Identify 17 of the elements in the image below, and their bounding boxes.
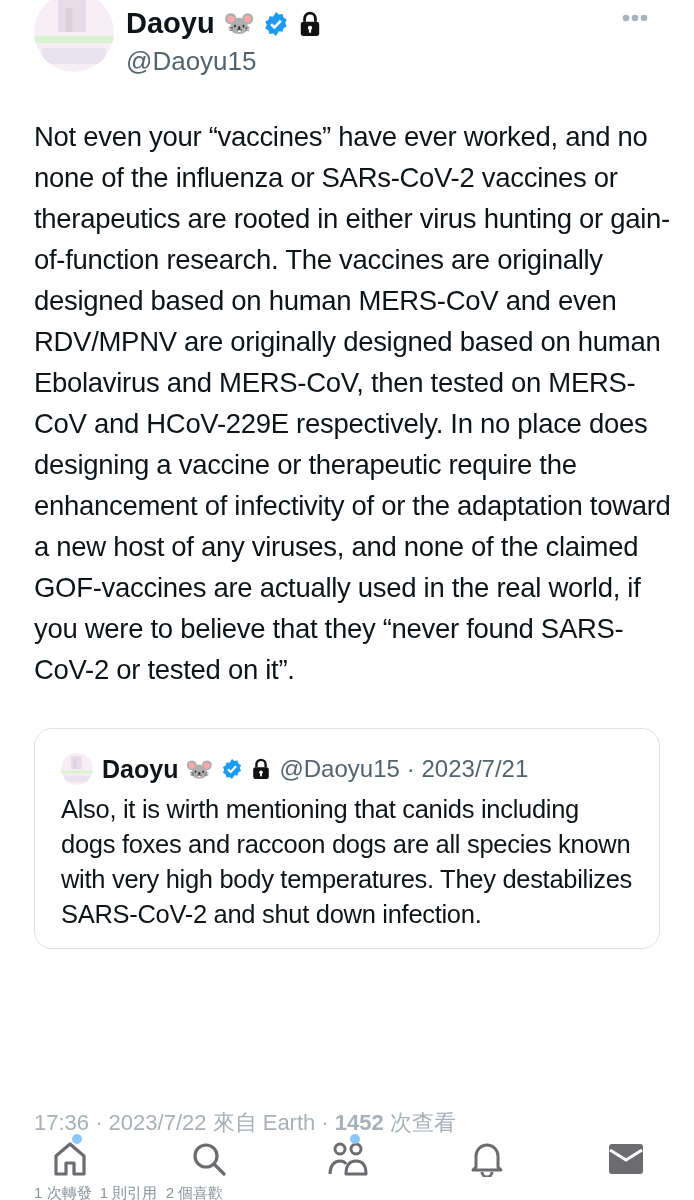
mouse-emoji: 🐭 <box>185 755 215 784</box>
search-icon[interactable] <box>191 1141 227 1177</box>
people-icon[interactable] <box>328 1141 368 1177</box>
home-icon[interactable] <box>52 1141 88 1177</box>
quoted-tweet-card[interactable] <box>34 727 660 949</box>
tweet-text: Not even your “vaccines” have ever worked, and no none of the influenza or SARs-CoV-2 vaccines or therapeutics are rooted in either virus hunting or gain-of-function research. The vaccines are originally designed based on human MERS-CoV and even RDV/MPNV are originally designed based on human Ebolavirus and MERS-CoV, then tested on MERS-CoV and HCoV-229E respectively. In no place does designing a vaccine or therapeutic require the enhancement of infectivity of or the adaptation toward a new host of any viruses, and none of the claimed GOF-vaccines are actually used in the real world, if you were to believe that they “never found SARS-CoV-2 or tested on it”. <box>33 119 672 687</box>
envelope-icon[interactable] <box>609 1144 643 1174</box>
author-name[interactable]: Daoyu <box>126 2 215 46</box>
author-handle[interactable]: @Daoyu15 <box>126 45 622 76</box>
tweet-meta: 17:36 · 2023/7/22 來自 Earth · 1452 次查看 <box>34 1109 456 1137</box>
mouse-emoji: 🐭 <box>222 7 255 41</box>
quote-text: Also, it is wirth mentioning that canids including dogs foxes and raccoon dogs are all species known with very high body temperatures. They destabilizes SARS-CoV-2 and shut down infection. <box>61 794 633 930</box>
quote-date: · 2023/7/21 <box>406 754 529 785</box>
bell-icon[interactable] <box>470 1141 504 1177</box>
quote-handle: @Daoyu15 <box>279 754 400 785</box>
engagement-stats: 1 次轉發 1 則引用 2 個喜歡 <box>34 1183 224 1200</box>
quote-author-name: Daoyu <box>102 753 179 785</box>
